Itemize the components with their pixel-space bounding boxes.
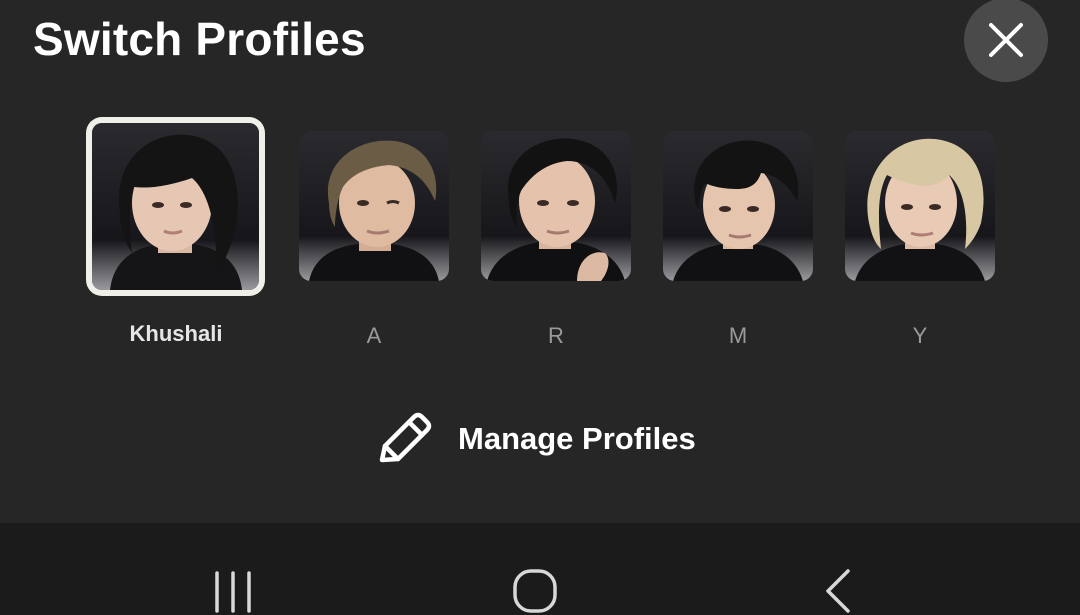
profiles-sheet: Switch Profiles Khushali A R M Y Manage …: [0, 0, 1080, 523]
profile-avatar[interactable]: [299, 131, 449, 281]
manage-profiles-label: Manage Profiles: [458, 421, 696, 456]
manage-profiles-button[interactable]: Manage Profiles: [372, 406, 696, 472]
recents-icon: [215, 571, 251, 613]
home-button[interactable]: [495, 567, 575, 615]
profile-avatar[interactable]: [663, 131, 813, 281]
recents-button[interactable]: [193, 567, 273, 615]
profile-name: M: [728, 323, 748, 348]
profile-name: Khushali: [129, 321, 223, 346]
profile-name: Y: [912, 323, 928, 348]
profile-avatar[interactable]: [845, 131, 995, 281]
switch-profiles-screen: Switch Profiles Khushali A R M Y Manage …: [0, 0, 1080, 615]
back-button[interactable]: [798, 567, 878, 615]
profile-avatar[interactable]: [481, 131, 631, 281]
profile-name: A: [366, 323, 382, 348]
pencil-icon: [379, 412, 432, 463]
profile-avatar[interactable]: [92, 123, 259, 290]
profile-list: Khushali A R M Y: [0, 0, 1080, 360]
profile-name: R: [548, 323, 564, 348]
system-navigation-bar: [0, 523, 1080, 615]
home-icon: [513, 569, 557, 613]
back-icon: [826, 569, 850, 613]
